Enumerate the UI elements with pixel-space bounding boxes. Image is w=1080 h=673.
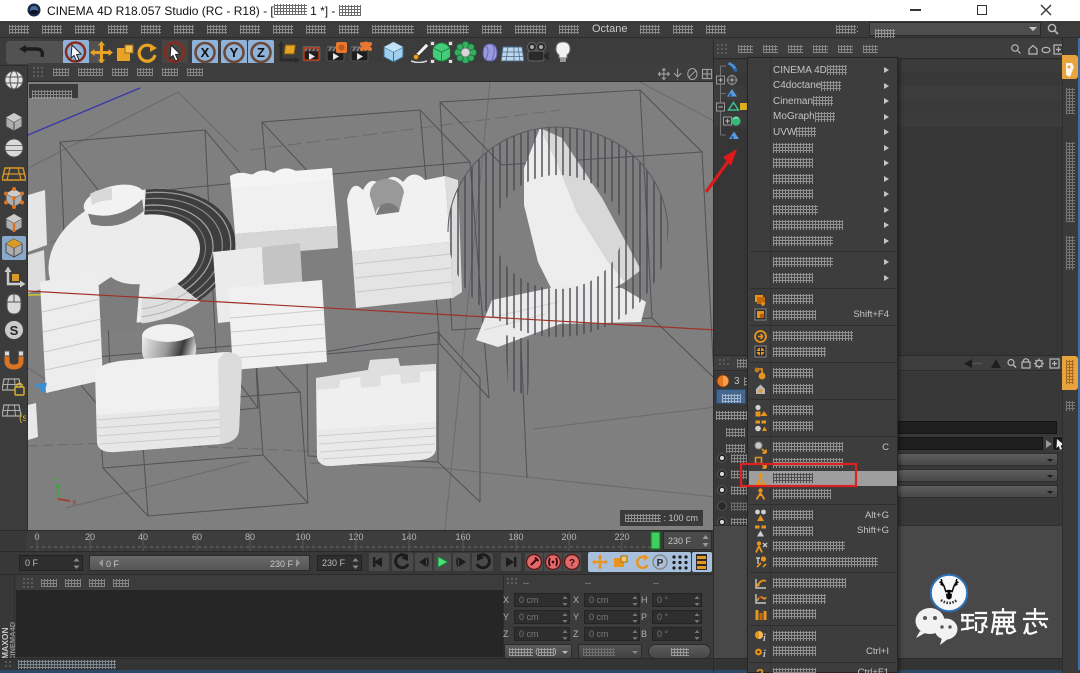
svg-text:Y: Y <box>53 478 58 485</box>
svg-text:Z: Z <box>257 45 265 60</box>
svg-text:S: S <box>10 323 19 338</box>
svg-text:Y: Y <box>230 45 239 60</box>
svg-text:(s): (s) <box>19 413 26 424</box>
svg-text:CINEMA4D: CINEMA4D <box>8 621 16 661</box>
svg-text:P: P <box>657 558 664 569</box>
svg-text:X: X <box>72 500 77 507</box>
svg-text:?: ? <box>569 558 575 569</box>
svg-text:X: X <box>201 45 210 60</box>
